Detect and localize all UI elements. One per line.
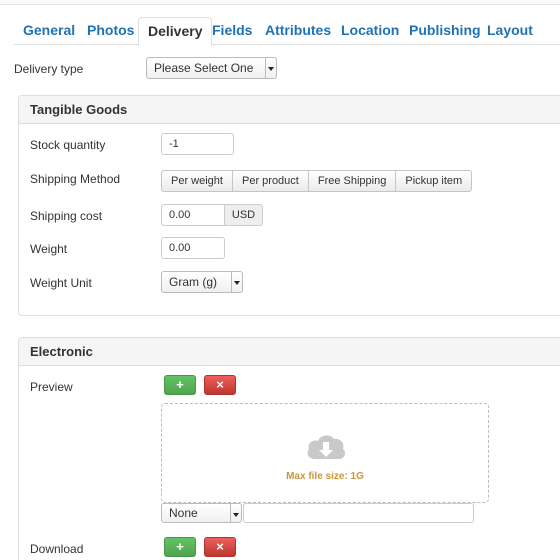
- weight-unit-value: Gram (g): [169, 275, 217, 289]
- tab-bar: General Photos Delivery Fields Attribute…: [14, 17, 560, 46]
- delivery-type-label: Delivery type: [14, 62, 84, 76]
- select-arrow-icon: [265, 58, 276, 78]
- tab-location[interactable]: Location: [332, 17, 408, 45]
- shipping-cost-input[interactable]: 0.00: [161, 204, 225, 226]
- weight-unit-select[interactable]: Gram (g): [161, 271, 243, 293]
- cloud-download-icon: [307, 435, 346, 459]
- weight-unit-label: Weight Unit: [30, 276, 92, 290]
- stock-quantity-input[interactable]: -1: [161, 133, 234, 155]
- shipping-free-button[interactable]: Free Shipping: [307, 170, 397, 192]
- preview-label: Preview: [30, 380, 73, 394]
- tangible-goods-panel: Tangible Goods: [18, 95, 560, 316]
- electronic-title: Electronic: [19, 338, 560, 366]
- shipping-cost-label: Shipping cost: [30, 209, 103, 223]
- tab-photos[interactable]: Photos: [78, 17, 143, 45]
- shipping-method-label: Shipping Method: [30, 172, 121, 186]
- max-file-size-text: Max file size: 1G: [286, 471, 364, 482]
- tab-publishing[interactable]: Publishing: [400, 17, 490, 45]
- preview-type-select[interactable]: None: [161, 503, 242, 523]
- preview-remove-button[interactable]: ×: [204, 375, 236, 395]
- preview-add-button[interactable]: +: [164, 375, 196, 395]
- top-border: [0, 0, 560, 5]
- tab-layout[interactable]: Layout: [478, 17, 542, 45]
- tab-general[interactable]: General: [14, 17, 84, 45]
- currency-addon: USD: [224, 204, 263, 226]
- tangible-goods-title: Tangible Goods: [19, 96, 560, 124]
- tab-fields[interactable]: Fields: [203, 17, 261, 45]
- preview-text-input[interactable]: [243, 503, 474, 523]
- delivery-type-value: Please Select One: [154, 61, 254, 75]
- weight-input[interactable]: 0.00: [161, 237, 225, 259]
- select-arrow-icon: [230, 504, 241, 522]
- download-label: Download: [30, 542, 84, 556]
- delivery-type-select[interactable]: Please Select One: [146, 57, 277, 79]
- shipping-pickup-button[interactable]: Pickup item: [395, 170, 473, 192]
- select-arrow-icon: [231, 272, 242, 292]
- preview-dropzone[interactable]: Max file size: 1G: [161, 403, 489, 503]
- download-add-button[interactable]: +: [164, 537, 196, 557]
- shipping-per-product-button[interactable]: Per product: [231, 170, 309, 192]
- weight-label: Weight: [30, 242, 68, 256]
- shipping-method-group: Per weight Per product Free Shipping Pic…: [161, 170, 473, 192]
- stock-quantity-label: Stock quantity: [30, 138, 106, 152]
- download-remove-button[interactable]: ×: [204, 537, 236, 557]
- shipping-per-weight-button[interactable]: Per weight: [161, 170, 233, 192]
- preview-type-value: None: [169, 506, 198, 520]
- tab-attributes[interactable]: Attributes: [256, 17, 340, 45]
- tab-delivery[interactable]: Delivery: [138, 17, 213, 46]
